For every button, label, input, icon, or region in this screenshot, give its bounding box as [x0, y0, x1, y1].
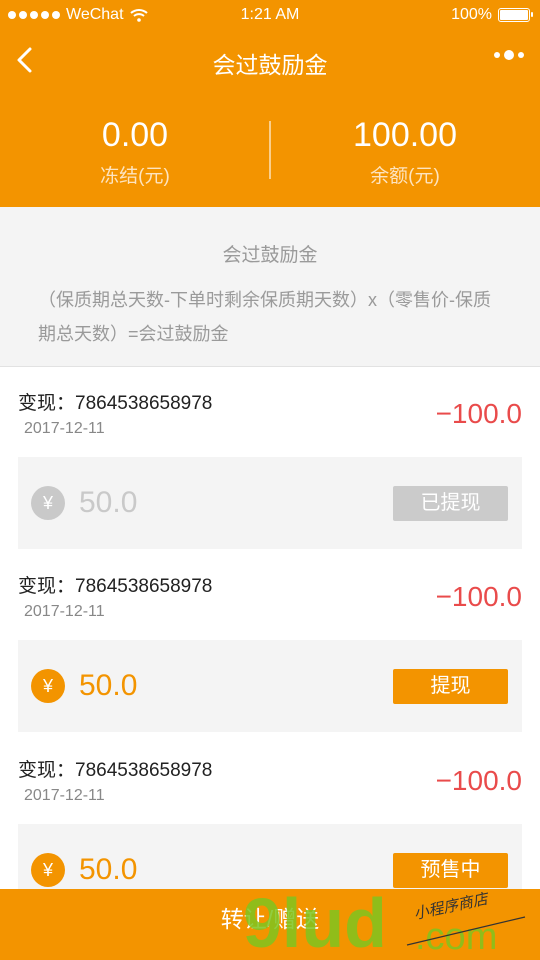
withdraw-row: ¥ 50.0 提现 — [18, 640, 522, 732]
withdraw-button[interactable]: 提现 — [393, 669, 508, 704]
record-label: 变现：7864538658978 — [18, 760, 213, 781]
withdraw-amount: 50.0 — [79, 486, 138, 519]
available-value: 100.00 — [353, 116, 457, 154]
record-date: 2017-12-11 — [24, 420, 105, 437]
available-label: 余额(元) — [370, 166, 440, 187]
header: WeChat 1:21 AM 100% 会过鼓励金 0.00 冻结(元) 100… — [0, 0, 540, 207]
info-title: 会过鼓励金 — [222, 245, 318, 266]
withdraw-row: ¥ 50.0 已提现 — [18, 457, 522, 549]
status-bar: WeChat 1:21 AM 100% — [0, 0, 540, 30]
withdraw-amount: 50.0 — [79, 853, 138, 886]
frozen-label: 冻结(元) — [100, 166, 170, 187]
available-balance: 100.00 余额(元) — [270, 115, 540, 188]
record-date: 2017-12-11 — [24, 603, 105, 620]
presale-button[interactable]: 预售中 — [393, 853, 508, 888]
transfer-gift-button[interactable]: 转让/赠送 — [0, 889, 540, 960]
record-amount: −100.0 — [435, 398, 522, 429]
yen-icon: ¥ — [31, 669, 65, 703]
page-title: 会过鼓励金 — [212, 52, 328, 78]
frozen-value: 0.00 — [101, 116, 169, 154]
withdrawn-button[interactable]: 已提现 — [393, 486, 508, 521]
battery-percent: 100% — [451, 6, 492, 23]
record-label: 变现：7864538658978 — [18, 576, 213, 597]
withdraw-amount: 50.0 — [79, 669, 138, 702]
info-panel: 会过鼓励金 （保质期总天数-下单时剩余保质期天数）x（零售价-保质期总天数）=会… — [0, 207, 540, 367]
info-formula: （保质期总天数-下单时剩余保质期天数）x（零售价-保质期总天数）=会过鼓励金 — [38, 290, 491, 344]
frozen-balance: 0.00 冻结(元) — [0, 115, 270, 188]
record-label: 变现：7864538658978 — [18, 393, 213, 414]
yen-icon: ¥ — [31, 853, 65, 887]
battery-icon — [498, 8, 533, 22]
more-menu-icon[interactable] — [494, 50, 524, 60]
nav-bar: 会过鼓励金 — [0, 36, 540, 86]
yen-icon: ¥ — [31, 486, 65, 520]
record-amount: −100.0 — [435, 765, 522, 796]
record-amount: −100.0 — [435, 581, 522, 612]
record-date: 2017-12-11 — [24, 787, 105, 804]
